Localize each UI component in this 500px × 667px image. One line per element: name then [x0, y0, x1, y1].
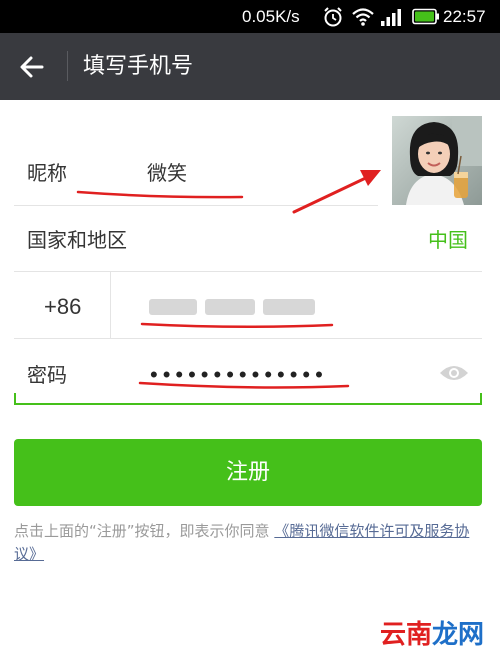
- terms-text: 点击上面的“注册”按钮，即表示你同意: [14, 522, 270, 540]
- blurred-phone-number: [263, 299, 315, 315]
- password-focus-underline: [14, 403, 482, 405]
- arrow-left-icon: [20, 56, 44, 78]
- code-divider: [110, 272, 111, 338]
- wifi-icon: [352, 8, 374, 26]
- clock-time: 22:57: [443, 7, 486, 26]
- divider: [14, 205, 378, 206]
- title-bar: 填写手机号: [0, 33, 500, 100]
- annotation-underline: [76, 190, 244, 199]
- annotation-arrow: [292, 173, 374, 214]
- alarm-clock-icon: [324, 7, 342, 27]
- blurred-phone-number: [149, 299, 197, 315]
- country-selector[interactable]: 中国: [428, 227, 468, 253]
- divider: [14, 271, 482, 272]
- password-label: 密码: [27, 363, 67, 387]
- country-label: 国家和地区: [27, 228, 127, 252]
- network-speed: 0.05K/s: [242, 7, 300, 26]
- annotation-overlay: [76, 170, 381, 389]
- country-code[interactable]: +86: [44, 294, 81, 320]
- password-focus-underline: [480, 393, 482, 404]
- divider: [14, 338, 482, 339]
- register-button[interactable]: 注册: [14, 439, 482, 506]
- battery-icon: [412, 8, 439, 25]
- phone-input[interactable]: [147, 291, 377, 325]
- terms-notice: 点击上面的“注册”按钮，即表示你同意 《腾讯微信软件许可及服务协议》: [14, 520, 484, 566]
- blurred-phone-number: [205, 299, 255, 315]
- watermark-part1: 云南: [380, 620, 433, 650]
- nickname-input[interactable]: 微笑: [147, 160, 187, 186]
- password-focus-underline: [14, 393, 16, 404]
- watermark-part2: 龙网: [432, 620, 485, 650]
- nickname-label: 昵称: [27, 161, 67, 185]
- annotation-arrowhead: [360, 170, 381, 186]
- password-input[interactable]: ••••••••••••••: [150, 360, 390, 390]
- title-divider: [67, 51, 68, 81]
- status-bar: 0.05K/s 22:57: [0, 0, 500, 33]
- eye-icon[interactable]: [438, 361, 470, 385]
- page-title: 填写手机号: [83, 54, 194, 79]
- signal-icon: [381, 9, 401, 26]
- watermark-logo: 云南龙网: [380, 620, 484, 650]
- avatar-photo: [392, 116, 482, 205]
- back-button[interactable]: [10, 45, 54, 89]
- avatar-picker[interactable]: [392, 116, 482, 205]
